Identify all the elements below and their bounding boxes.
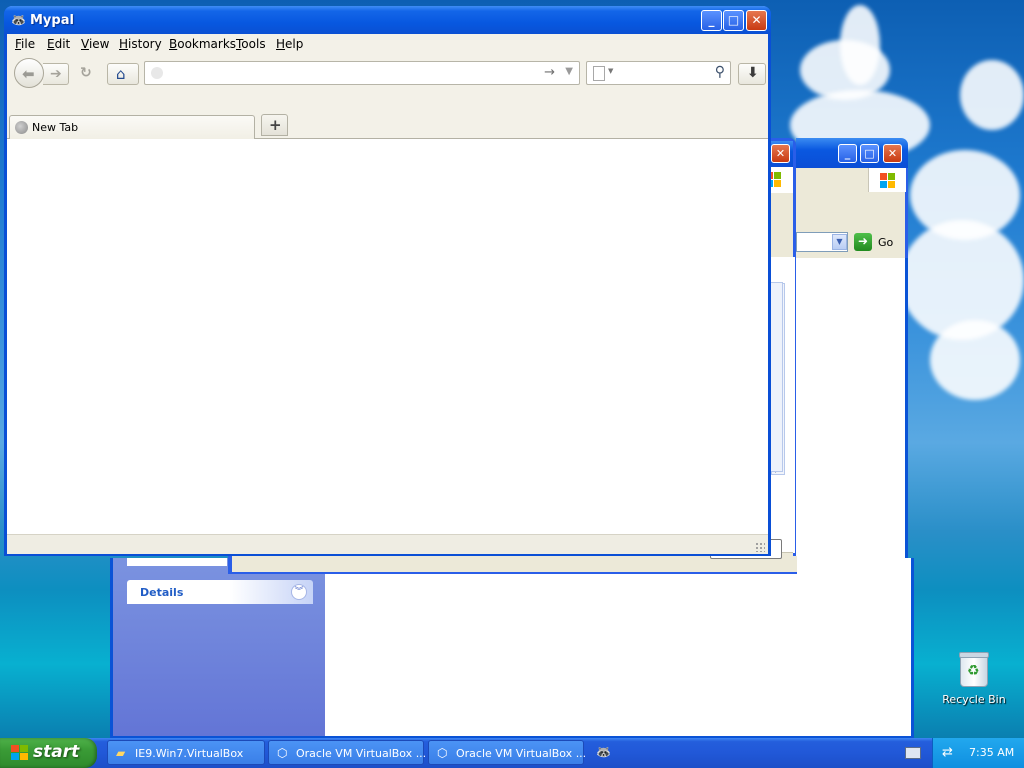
downloads-button[interactable]: ⬇ bbox=[738, 63, 766, 85]
reload-button[interactable]: ↻ bbox=[73, 63, 101, 85]
network-icon[interactable]: ⇄ bbox=[942, 745, 953, 760]
task-pane-item bbox=[127, 558, 227, 566]
home-button[interactable]: ⌂ bbox=[107, 63, 139, 85]
taskbar-item-label: Oracle VM VirtualBox ... bbox=[296, 747, 427, 760]
ie-scrollbar-right[interactable] bbox=[770, 282, 783, 472]
reload-icon: ↻ bbox=[80, 65, 92, 81]
explorer-task-pane: Details ︾ bbox=[113, 558, 325, 736]
chevron-down-icon[interactable]: ▼ bbox=[832, 234, 847, 250]
chevron-down-icon[interactable]: ︾ bbox=[291, 584, 307, 600]
start-button[interactable]: start bbox=[0, 738, 97, 768]
keyboard-icon[interactable] bbox=[905, 747, 921, 759]
menu-tools[interactable]: Tools bbox=[236, 37, 266, 51]
taskbar-item-explorer[interactable]: ▰ IE9.Win7.VirtualBox bbox=[107, 740, 265, 765]
mypal-titlebar[interactable]: 🦝 Mypal _ □ ✕ bbox=[4, 6, 771, 34]
search-icon[interactable]: ⚲ bbox=[715, 64, 725, 80]
system-tray: ⇄ 7:35 AM bbox=[932, 738, 1024, 768]
url-input[interactable] bbox=[169, 65, 533, 83]
recycle-bin-icon: ♻ bbox=[959, 652, 989, 687]
mypal-window: 🦝 Mypal _ □ ✕ File Edit View History Boo… bbox=[4, 6, 771, 556]
clock[interactable]: 7:35 AM bbox=[969, 746, 1014, 759]
ie-window-right-chrome: _ □ ✕ ▼ ➜ Go bbox=[796, 138, 908, 258]
globe-icon bbox=[15, 121, 28, 134]
explorer-window: Details ︾ bbox=[110, 558, 914, 739]
ie-toolbar-area: ▼ ➜ Go bbox=[796, 168, 908, 258]
mypal-icon: 🦝 bbox=[596, 745, 611, 759]
taskbar: start ▰ IE9.Win7.VirtualBox ⬡ Oracle VM … bbox=[0, 738, 1024, 768]
virtualbox-icon: ⬡ bbox=[277, 746, 288, 760]
recycle-bin[interactable]: ♻ Recycle Bin bbox=[938, 652, 1010, 706]
tab-label: New Tab bbox=[32, 121, 79, 134]
go-label[interactable]: Go bbox=[878, 236, 893, 249]
taskbar-item-virtualbox-2[interactable]: ⬡ Oracle VM VirtualBox ... bbox=[428, 740, 587, 765]
tab-new-tab[interactable]: New Tab bbox=[9, 115, 255, 139]
mypal-app-icon: 🦝 bbox=[11, 13, 26, 27]
menu-view[interactable]: View bbox=[81, 37, 109, 51]
windows-flag-icon bbox=[11, 745, 29, 762]
tab-strip: New Tab bbox=[7, 112, 768, 139]
taskbar-item-label: Oracle VM VirtualBox ... bbox=[456, 747, 587, 760]
menu-help[interactable]: Help bbox=[276, 37, 303, 51]
taskbar-item-label: IE9.Win7.VirtualBox bbox=[135, 747, 244, 760]
status-bar bbox=[7, 534, 768, 554]
search-input[interactable] bbox=[619, 65, 709, 83]
forward-button[interactable]: ➔ bbox=[43, 63, 69, 85]
virtualbox-icon: ⬡ bbox=[437, 746, 448, 760]
chevron-down-icon[interactable]: ▼ bbox=[565, 66, 573, 77]
go-arrow-icon[interactable]: ➜ bbox=[854, 233, 872, 251]
menu-edit[interactable]: Edit bbox=[47, 37, 70, 51]
ie-content-right bbox=[796, 258, 908, 558]
arrow-right-icon: ➔ bbox=[50, 66, 62, 82]
back-button[interactable]: ⬅ bbox=[14, 58, 44, 88]
folder-icon: ▰ bbox=[116, 746, 126, 760]
home-icon: ⌂ bbox=[116, 65, 126, 83]
plus-icon: + bbox=[269, 116, 282, 134]
url-bar[interactable]: → ▼ bbox=[144, 61, 580, 85]
search-engine-icon[interactable] bbox=[593, 66, 605, 81]
go-arrow-icon[interactable]: → bbox=[544, 65, 555, 80]
window-title: Mypal bbox=[30, 13, 74, 28]
ie-close-button[interactable]: ✕ bbox=[771, 144, 790, 163]
new-tab-button[interactable]: + bbox=[261, 114, 288, 136]
page-viewport[interactable] bbox=[7, 139, 768, 534]
cloud bbox=[960, 60, 1024, 130]
ie-close-button-2[interactable]: ✕ bbox=[883, 144, 902, 163]
globe-icon bbox=[151, 67, 163, 79]
recycle-bin-label: Recycle Bin bbox=[942, 693, 1006, 706]
menu-bar: File Edit View History Bookmarks Tools H… bbox=[7, 34, 768, 54]
start-label: start bbox=[33, 742, 80, 762]
menu-history[interactable]: History bbox=[119, 37, 162, 51]
resize-grip-icon[interactable] bbox=[755, 542, 765, 552]
maximize-button[interactable]: □ bbox=[723, 10, 744, 31]
taskbar-item-virtualbox-1[interactable]: ⬡ Oracle VM VirtualBox ... bbox=[268, 740, 427, 765]
details-label: Details bbox=[140, 586, 184, 599]
ie-titlebar-right[interactable]: _ □ ✕ bbox=[796, 138, 908, 168]
arrow-left-icon: ⬅ bbox=[22, 65, 35, 83]
menu-file[interactable]: File bbox=[15, 37, 35, 51]
chevron-down-icon[interactable]: ▼ bbox=[608, 67, 613, 75]
close-button[interactable]: ✕ bbox=[746, 10, 767, 31]
details-panel-header[interactable]: Details ︾ bbox=[127, 580, 313, 604]
menu-bookmarks[interactable]: Bookmarks bbox=[169, 37, 236, 51]
search-bar[interactable]: ▼ ⚲ bbox=[586, 61, 731, 85]
cloud bbox=[840, 5, 880, 85]
download-icon: ⬇ bbox=[747, 65, 759, 81]
windows-flag-icon bbox=[868, 168, 906, 192]
minimize-button[interactable]: _ bbox=[701, 10, 722, 31]
taskbar-item-mypal[interactable]: 🦝 bbox=[588, 740, 618, 765]
ie-minimize-button-2[interactable]: _ bbox=[838, 144, 857, 163]
ie-maximize-button[interactable]: □ bbox=[860, 144, 879, 163]
cloud bbox=[930, 320, 1020, 400]
navigation-toolbar: ➔ ⬅ ↻ ⌂ → ▼ ▼ ⚲ ⬇ bbox=[7, 56, 768, 90]
